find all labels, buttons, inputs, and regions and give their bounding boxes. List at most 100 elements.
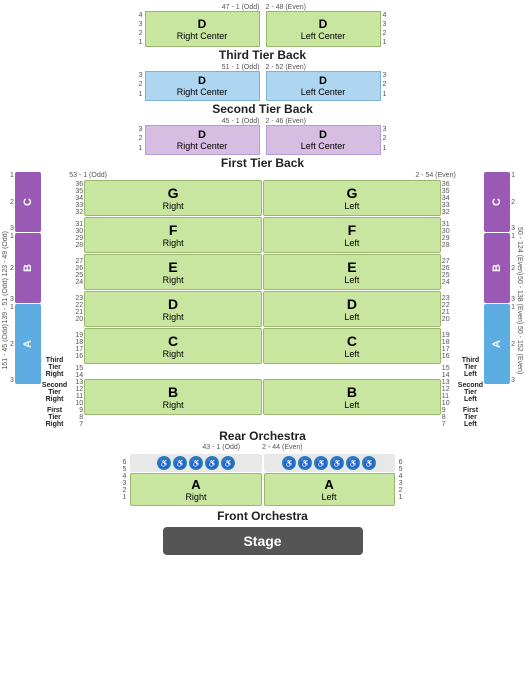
rear-odd-range: 43 - 1 (Odd) — [202, 444, 240, 451]
far-right-outer: 50 - 124 (Even) 50 - 138 (Even) 50 - 152… — [516, 172, 523, 428]
access-icon-10: ♿ — [346, 456, 360, 470]
G-left-letter: G — [346, 185, 357, 201]
row-nums-right-F: 31302928 — [442, 221, 456, 249]
first-tier-back-label: First Tier Back — [221, 156, 304, 170]
row-G: 3635343332 G Right G Left 3635343332 — [69, 180, 456, 216]
F-right-block[interactable]: F Right — [84, 217, 262, 253]
rear-A-left-dir: Left — [322, 492, 337, 502]
right-B-panel: B 123 — [484, 233, 515, 303]
B-right-block[interactable]: B Right — [84, 379, 262, 415]
second-left-center-letter: D — [319, 75, 327, 87]
row-nums-right-B: 151413121110987 — [442, 365, 456, 428]
E-right-block[interactable]: E Right — [84, 254, 262, 290]
D-right-block[interactable]: D Right — [84, 291, 262, 327]
rear-left-row-nums: 654321 — [123, 459, 127, 501]
third-tier-back: 47 - 1 (Odd) 4321 D Right Center 2 - 48 … — [2, 4, 523, 63]
main-orchestra-area: 123 - 49 (Odd) 139 - 51 (Odd) 151 - 45 (… — [2, 172, 523, 428]
rear-A-right-block[interactable]: A Right — [130, 473, 261, 506]
row-nums-left-G: 3635343332 — [69, 181, 83, 216]
C-left-block[interactable]: C Left — [263, 328, 441, 364]
access-icon-6: ♿ — [282, 456, 296, 470]
left-side-panels: 123 C 123 B 123 A — [10, 172, 41, 428]
right-C-nums: 123 — [511, 172, 515, 232]
row-D: 23222120 D Right D Left 23222120 — [69, 291, 456, 327]
far-left-outer: 123 - 49 (Odd) 139 - 51 (Odd) 151 - 45 (… — [2, 172, 9, 428]
rear-A-left-letter: A — [324, 477, 333, 492]
right-C-block[interactable]: C — [484, 172, 510, 232]
first-back-odd-range: 45 - 1 (Odd) — [222, 118, 260, 125]
right-second-tier-label: SecondTierLeft — [458, 382, 483, 403]
second-right-center-block[interactable]: D Right Center — [145, 71, 260, 101]
rear-orch-ranges: 43 - 1 (Odd) 2 - 44 (Even) — [202, 444, 322, 451]
left-C-panel: 123 C — [10, 172, 41, 232]
G-right-letter: G — [168, 185, 179, 201]
right-B-block[interactable]: B — [484, 233, 510, 303]
E-left-letter: E — [347, 259, 356, 275]
right-A-block[interactable]: A — [484, 304, 510, 384]
third-left-center-name: Left Center — [301, 31, 346, 41]
second-even-range: 2 - 52 (Even) — [266, 64, 306, 71]
left-second-tier-label: SecondTierRight — [42, 382, 67, 403]
left-first-tier-label: FirstTierRight — [46, 407, 64, 428]
left-C-nums: 123 — [10, 172, 14, 232]
right-tier-labels: ThirdTierLeft SecondTierLeft FirstTierLe… — [458, 172, 483, 428]
E-right-letter: E — [168, 259, 177, 275]
access-icon-8: ♿ — [314, 456, 328, 470]
second-right-nums: 321 — [383, 71, 387, 101]
C-right-block[interactable]: C Right — [84, 328, 262, 364]
rear-A-left-block[interactable]: A Left — [264, 473, 395, 506]
first-back-right-center-block[interactable]: D Right Center — [145, 125, 260, 155]
third-right-center-block[interactable]: D Right Center — [145, 11, 260, 47]
row-nums-left-C: 19181716 — [69, 332, 83, 360]
right-first-tier-label: FirstTierLeft — [463, 407, 478, 428]
access-icon-1: ♿ — [157, 456, 171, 470]
row-nums-left-D: 23222120 — [69, 295, 83, 323]
left-B-panel: 123 B — [10, 233, 41, 303]
row-nums-right-G: 3635343332 — [442, 181, 456, 216]
second-right-center-letter: D — [198, 75, 206, 87]
E-left-block[interactable]: E Left — [263, 254, 441, 290]
right-C-panel: C 123 — [484, 172, 515, 232]
front-orchestra-label: Front Orchestra — [217, 509, 308, 523]
left-A-block[interactable]: A — [15, 304, 41, 384]
left-A-nums: 123 — [10, 304, 14, 384]
right-A-panel: A 123 — [484, 304, 515, 384]
first-back-right-name: Right Center — [177, 141, 228, 151]
third-tier-back-label: Third Tier Back — [219, 48, 306, 62]
first-back-left-name: Left Center — [301, 141, 346, 151]
left-B-nums: 123 — [10, 233, 14, 303]
G-right-block[interactable]: G Right — [84, 180, 262, 216]
second-right-center-name: Right Center — [177, 87, 228, 97]
first-tier-blocks-row: 45 - 1 (Odd) 321 D Right Center 2 - 46 (… — [139, 118, 387, 155]
E-left-dir: Left — [344, 275, 359, 285]
second-left-center-name: Left Center — [301, 87, 346, 97]
access-row-right: ♿ ♿ ♿ ♿ ♿ ♿ — [264, 454, 395, 472]
first-back-left-center-block[interactable]: D Left Center — [266, 125, 381, 155]
D-left-letter: D — [347, 296, 357, 312]
orch-odd-range: 53 - 1 (Odd) — [69, 172, 107, 179]
first-back-right-letter: D — [198, 129, 206, 141]
rear-orchestra-section: Rear Orchestra 43 - 1 (Odd) 2 - 44 (Even… — [2, 429, 523, 524]
access-icon-9: ♿ — [330, 456, 344, 470]
left-outer-range-top: 123 - 49 (Odd) — [2, 231, 9, 277]
rear-right-row-nums: 654321 — [399, 459, 403, 501]
D-left-block[interactable]: D Left — [263, 291, 441, 327]
second-left-center-block[interactable]: D Left Center — [266, 71, 381, 101]
third-left-nums: 4321 — [139, 11, 143, 47]
left-B-block[interactable]: B — [15, 233, 41, 303]
E-right-dir: Right — [163, 275, 184, 285]
right-outer-range-mid1: 50 - 138 (Even) — [516, 276, 523, 324]
left-outer-range-mid2: 151 - 45 (Odd) — [2, 324, 9, 370]
third-left-center-letter: D — [319, 17, 328, 31]
right-B-label: B — [491, 264, 503, 272]
left-C-block[interactable]: C — [15, 172, 41, 232]
first-back-right-nums: 321 — [383, 125, 387, 155]
F-left-block[interactable]: F Left — [263, 217, 441, 253]
G-left-block[interactable]: G Left — [263, 180, 441, 216]
third-left-center-block[interactable]: D Left Center — [266, 11, 381, 47]
B-left-letter: B — [347, 384, 357, 400]
second-odd-range: 51 - 1 (Odd) — [222, 64, 260, 71]
access-icon-5: ♿ — [221, 456, 235, 470]
access-row-left: ♿ ♿ ♿ ♿ ♿ — [130, 454, 261, 472]
B-left-block[interactable]: B Left — [263, 379, 441, 415]
